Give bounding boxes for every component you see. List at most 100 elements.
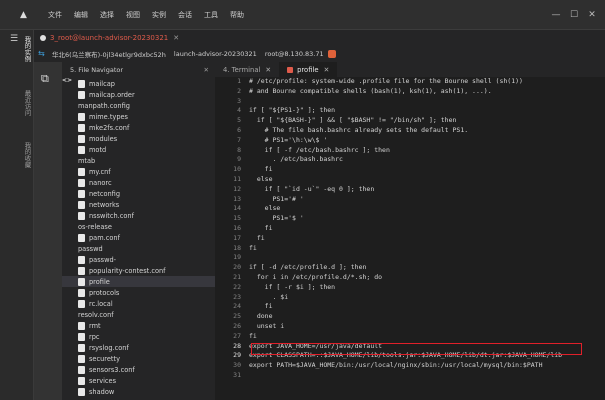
close-tab-icon[interactable]: ✕ bbox=[173, 34, 179, 42]
file-item[interactable]: shadow bbox=[78, 386, 215, 397]
code-line: 31 bbox=[215, 371, 605, 381]
code-line: 20 if [ -d /etc/profile.d ]; then bbox=[215, 263, 605, 273]
file-item[interactable]: rpc bbox=[78, 331, 215, 342]
file-item[interactable]: rsyslog.conf bbox=[78, 342, 215, 353]
code-line: 7 # PS1='\h:\w\$ ' bbox=[215, 136, 605, 146]
vlabel-recent[interactable]: 最近访问 bbox=[20, 90, 32, 116]
close-tab-icon[interactable]: ✕ bbox=[265, 66, 271, 74]
code-line: 26 unset i bbox=[215, 322, 605, 332]
file-item[interactable]: netconfig bbox=[78, 188, 215, 199]
file-item[interactable]: mailcap.order bbox=[78, 89, 215, 100]
file-item[interactable]: pam.conf bbox=[78, 232, 215, 243]
code-line: 4 if [ "${PS1-}" ]; then bbox=[215, 106, 605, 116]
file-item[interactable]: <> resolv.conf bbox=[62, 77, 215, 320]
menu-item[interactable]: 选择 bbox=[100, 10, 114, 20]
file-icon bbox=[78, 211, 85, 220]
breadcrumb-host[interactable]: root@8.130.83.71 bbox=[265, 50, 324, 58]
line-number: 8 bbox=[237, 145, 241, 154]
code-area[interactable]: 1 # /etc/profile: system-wide .profile fi… bbox=[215, 77, 605, 381]
line-number: 28 bbox=[233, 341, 241, 350]
menu-item[interactable]: 帮助 bbox=[230, 10, 244, 20]
maximize-icon[interactable]: ☐ bbox=[567, 8, 581, 22]
breadcrumb-instance[interactable]: launch-advisor-20230321 bbox=[174, 50, 257, 58]
line-text: for i in /etc/profile.d/*.sh; do bbox=[249, 272, 383, 281]
code-line: 30 export PATH=$JAVA_HOME/bin:/usr/local/… bbox=[215, 361, 605, 371]
menu-item[interactable]: 实例 bbox=[152, 10, 166, 20]
menu-item[interactable]: 工具 bbox=[204, 10, 218, 20]
line-text: PS1='$ ' bbox=[249, 214, 304, 223]
line-text: fi bbox=[249, 233, 265, 242]
file-item[interactable]: nsswitch.conf bbox=[78, 210, 215, 221]
file-item[interactable]: protocols bbox=[78, 287, 215, 298]
file-item[interactable]: securetty bbox=[78, 353, 215, 364]
line-number: 21 bbox=[233, 272, 241, 281]
code-line: 8 if [ -f /etc/bash.bashrc ]; then bbox=[215, 146, 605, 156]
menu-item[interactable]: 文件 bbox=[48, 10, 62, 20]
line-text: # and Bourne compatible shells (bash(1),… bbox=[249, 86, 492, 95]
breadcrumb-region[interactable]: 华北6(乌兰察布)-0jl34etlgr9dxbc52h bbox=[52, 49, 166, 59]
file-item[interactable]: services bbox=[78, 375, 215, 386]
file-item[interactable]: mime.types bbox=[78, 111, 215, 122]
file-icon bbox=[78, 376, 85, 385]
close-tab-icon[interactable]: ✕ bbox=[324, 66, 330, 74]
code-line: 15 PS1='$ ' bbox=[215, 214, 605, 224]
line-text: if [ -r $i ]; then bbox=[249, 282, 336, 291]
line-text: fi bbox=[249, 331, 257, 340]
file-icon bbox=[78, 233, 85, 242]
close-panel-icon[interactable]: ✕ bbox=[204, 66, 209, 74]
menu-toggle-icon[interactable]: ☰ bbox=[10, 34, 18, 44]
line-number: 10 bbox=[233, 165, 241, 174]
file-item[interactable]: popularity-contest.conf bbox=[78, 265, 215, 276]
code-line: 29 export CLASSPATH=.:$JAVA_HOME/lib/tool… bbox=[215, 351, 605, 361]
file-item[interactable]: motd bbox=[78, 144, 215, 155]
session-tab-title: 3_root@launch-advisor-20230321 bbox=[50, 33, 169, 42]
vlabel-favorites[interactable]: 我的收藏 bbox=[20, 142, 32, 168]
file-item[interactable]: passwd- bbox=[78, 254, 215, 265]
file-item[interactable]: networks bbox=[78, 199, 215, 210]
tab-terminal[interactable]: 4. Terminal ✕ bbox=[215, 62, 279, 77]
alert-badge-icon[interactable] bbox=[327, 49, 336, 58]
file-item[interactable]: <> mtab bbox=[62, 77, 215, 166]
line-text: if [ -d /etc/profile.d ]; then bbox=[249, 263, 367, 272]
file-item[interactable]: rc.local bbox=[78, 298, 215, 309]
file-list: mailcap mailcap.order <> manpath.config mime… bbox=[62, 77, 215, 397]
menu-item[interactable]: 视图 bbox=[126, 10, 140, 20]
close-icon[interactable]: ✕ bbox=[585, 8, 599, 22]
line-number: 22 bbox=[233, 282, 241, 291]
line-number: 11 bbox=[233, 174, 241, 183]
file-item[interactable]: mailcap bbox=[78, 78, 215, 89]
line-text: if [ -f /etc/bash.bashrc ]; then bbox=[249, 145, 390, 154]
file-icon bbox=[78, 178, 85, 187]
menu-item[interactable]: 编辑 bbox=[74, 10, 88, 20]
file-name: motd bbox=[89, 145, 107, 154]
file-item[interactable]: nanorc bbox=[78, 177, 215, 188]
vlabel-my-instances[interactable]: 我的实例 bbox=[20, 36, 32, 62]
line-number: 29 bbox=[233, 351, 241, 360]
file-item[interactable]: rmt bbox=[78, 320, 215, 331]
tab-profile[interactable]: profile ✕ bbox=[279, 62, 338, 77]
line-number: 2 bbox=[237, 86, 241, 95]
file-item[interactable]: profile bbox=[62, 276, 215, 287]
menu-item[interactable]: 会话 bbox=[178, 10, 192, 20]
file-name: rpc bbox=[89, 332, 100, 341]
session-tab[interactable]: 3_root@launch-advisor-20230321 ✕ bbox=[34, 30, 179, 45]
line-text: fi bbox=[249, 243, 257, 252]
line-number: 19 bbox=[233, 253, 241, 262]
line-text: unset i bbox=[249, 321, 285, 330]
file-item[interactable]: sensors3.conf bbox=[78, 364, 215, 375]
file-item[interactable]: <> os-release bbox=[62, 77, 215, 232]
file-item[interactable]: mke2fs.conf bbox=[78, 122, 215, 133]
session-status-icon bbox=[40, 34, 46, 41]
line-text: fi bbox=[249, 302, 273, 311]
file-item[interactable]: <> passwd bbox=[62, 77, 215, 254]
file-item[interactable]: modules bbox=[78, 133, 215, 144]
files-icon[interactable]: ⧉ bbox=[41, 72, 55, 86]
line-number: 7 bbox=[237, 135, 241, 144]
file-item[interactable]: my.cnf bbox=[78, 166, 215, 177]
minimize-icon[interactable]: — bbox=[549, 8, 563, 22]
file-icon bbox=[78, 288, 85, 297]
file-item[interactable]: <> manpath.config bbox=[62, 77, 215, 111]
menu-items: 文件 编辑 选择 视图 实例 会话 工具 帮助 bbox=[48, 0, 256, 30]
line-number: 26 bbox=[233, 321, 241, 330]
line-text: if [ "${BASH-}" ] && [ "$BASH" != "/bin/… bbox=[249, 116, 457, 125]
